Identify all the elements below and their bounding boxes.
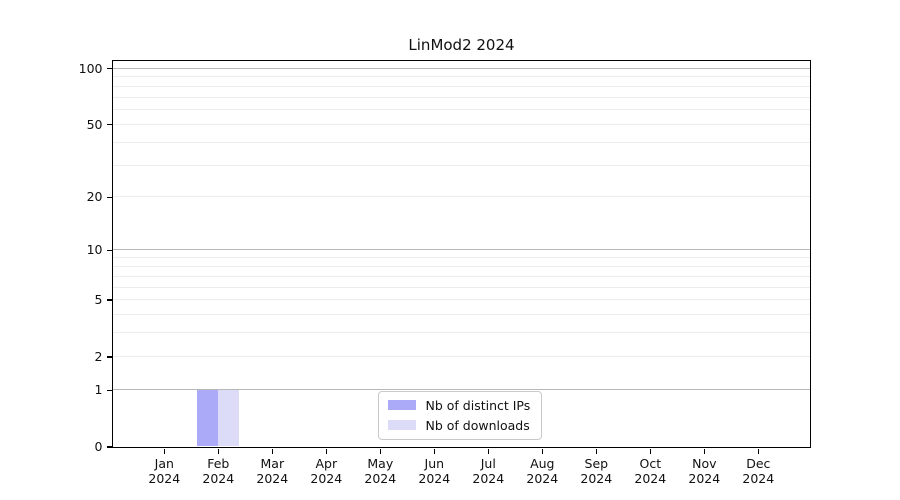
x-tick-mark — [271, 448, 273, 454]
y-tick-label: 10 — [86, 242, 103, 258]
plot-area: Nb of distinct IPs Nb of downloads — [111, 59, 811, 448]
y-tick-mark — [106, 68, 112, 70]
y-gridline-major — [112, 249, 810, 251]
y-tick-mark — [106, 124, 112, 126]
y-gridline-minor — [112, 76, 810, 78]
y-tick-label: 5 — [94, 292, 103, 308]
x-tick-mark — [649, 448, 651, 454]
x-tick-label: Feb 2024 — [202, 455, 235, 486]
x-tick-label: Nov 2024 — [688, 455, 721, 486]
legend-entry-downloads: Nb of downloads — [387, 417, 531, 433]
y-tick-mark — [106, 356, 112, 358]
chart: LinMod2 2024 Nb of distinct IPs Nb of do… — [0, 0, 900, 500]
x-tick-mark — [541, 448, 543, 454]
x-tick-label: Aug 2024 — [526, 455, 559, 486]
y-gridline-minor — [112, 196, 810, 198]
y-gridline-minor — [112, 355, 810, 357]
y-gridline-minor — [112, 314, 810, 316]
legend: Nb of distinct IPs Nb of downloads — [377, 390, 543, 440]
chart-title: LinMod2 2024 — [408, 36, 515, 54]
y-gridline-minor — [112, 164, 810, 166]
y-tick-mark — [106, 446, 112, 448]
y-gridline-minor — [112, 85, 810, 87]
x-tick-mark — [757, 448, 759, 454]
y-tick-label: 100 — [78, 60, 103, 76]
y-gridline-minor — [112, 141, 810, 143]
x-tick-mark — [487, 448, 489, 454]
legend-label-downloads: Nb of downloads — [425, 417, 530, 433]
x-tick-mark — [595, 448, 597, 454]
x-tick-mark — [325, 448, 327, 454]
x-tick-label: Jan 2024 — [148, 455, 181, 486]
legend-entry-distinct-ips: Nb of distinct IPs — [387, 397, 531, 413]
y-tick-mark — [106, 196, 112, 199]
y-tick-label: 0 — [94, 439, 103, 454]
y-gridline-minor — [112, 109, 810, 111]
x-tick-label: May 2024 — [364, 455, 397, 486]
x-tick-label: Mar 2024 — [256, 455, 289, 486]
x-tick-label: Dec 2024 — [742, 455, 775, 486]
legend-swatch-distinct-ips — [387, 400, 416, 410]
y-tick-label: 50 — [86, 116, 103, 132]
x-tick-label: Jun 2024 — [418, 455, 451, 486]
y-gridline-minor — [112, 275, 810, 277]
y-gridline-major — [112, 67, 810, 69]
y-tick-label: 20 — [86, 189, 103, 205]
y-gridline-minor — [112, 332, 810, 334]
x-tick-label: Apr 2024 — [310, 455, 343, 486]
x-tick-mark — [163, 448, 165, 454]
y-tick-mark — [106, 389, 112, 391]
y-gridline-minor — [112, 96, 810, 98]
bar-downloads — [217, 389, 239, 447]
y-gridline-minor — [112, 286, 810, 288]
y-tick-label: 1 — [94, 382, 103, 398]
x-tick-mark — [433, 448, 435, 454]
x-tick-mark — [379, 448, 381, 454]
x-tick-label: Oct 2024 — [634, 455, 667, 486]
y-tick-mark — [106, 299, 112, 301]
y-gridline-minor — [112, 257, 810, 259]
legend-swatch-downloads — [387, 420, 416, 430]
legend-label-distinct-ips: Nb of distinct IPs — [425, 397, 531, 413]
y-tick-label: 2 — [94, 348, 103, 364]
bar-distinct-ips — [196, 389, 218, 447]
y-gridline-minor — [112, 265, 810, 267]
y-gridline-minor — [112, 123, 810, 125]
y-tick-mark — [106, 249, 112, 252]
y-gridline-minor — [112, 299, 810, 301]
x-tick-label: Sep 2024 — [580, 455, 613, 486]
x-tick-mark — [217, 448, 219, 454]
x-tick-label: Jul 2024 — [472, 455, 505, 486]
x-tick-mark — [703, 448, 705, 454]
